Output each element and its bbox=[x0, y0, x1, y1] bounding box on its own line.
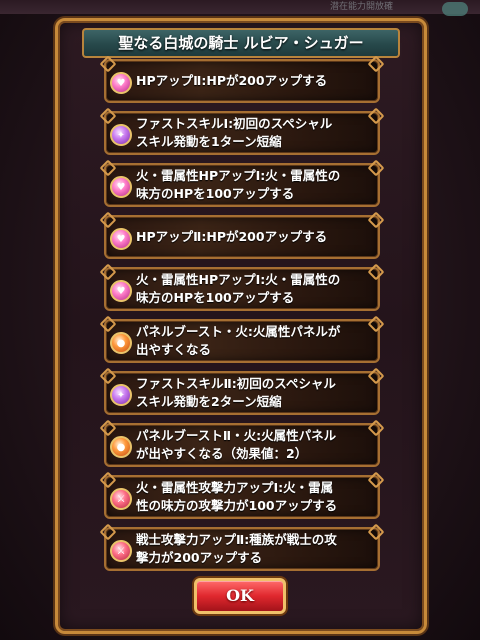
background-banner-text: 潜在能力開放確 bbox=[330, 2, 394, 12]
awakening-text: 火・雷属性攻撃力アップⅠ:火・雷属 性の味方の攻撃力が100アップする bbox=[136, 480, 338, 513]
ok-button[interactable]: OK bbox=[194, 578, 286, 614]
element-hp-up-icon: ♥ bbox=[110, 280, 132, 302]
element-hp-up-icon: ♥ bbox=[110, 176, 132, 198]
awakening-row: ⚔ 戦士攻撃力アップⅡ:種族が戦士の攻 撃力が200アップする bbox=[104, 527, 380, 571]
panel-boost-icon: ● bbox=[110, 436, 132, 458]
awakening-text: 火・雷属性HPアップⅠ:火・雷属性の 味方のHPを100アップする bbox=[136, 272, 341, 305]
awakening-text: ファストスキルⅡ:初回のスペシャル スキル発動を2ターン短縮 bbox=[136, 376, 336, 409]
dialog-title: 聖なる白城の騎士 ルビア・シュガー bbox=[82, 28, 400, 58]
awakening-text: 火・雷属性HPアップⅠ:火・雷属性の 味方のHPを100アップする bbox=[136, 168, 341, 201]
awakening-row: ● パネルブーストⅡ・火:火属性パネル が出やすくなる（効果値：2） bbox=[104, 423, 380, 467]
awakening-text: パネルブーストⅡ・火:火属性パネル が出やすくなる（効果値：2） bbox=[136, 428, 337, 461]
awakening-text: パネルブースト・火:火属性パネルが 出やすくなる bbox=[136, 324, 341, 357]
awakening-text: HPアップⅡ:HPが200アップする bbox=[136, 73, 328, 88]
awakening-text: HPアップⅡ:HPが200アップする bbox=[136, 229, 328, 244]
panel-boost-icon: ● bbox=[110, 332, 132, 354]
element-attack-up-icon: ⚔ bbox=[110, 488, 132, 510]
fast-skill-icon: ✦ bbox=[110, 124, 132, 146]
awakening-text: ファストスキルⅠ:初回のスペシャル スキル発動を1ターン短縮 bbox=[136, 116, 333, 149]
background-badge bbox=[442, 2, 468, 16]
awakening-row: ✦ ファストスキルⅠ:初回のスペシャル スキル発動を1ターン短縮 bbox=[104, 111, 380, 155]
hp-up-icon: ♥ bbox=[110, 228, 132, 250]
awakening-text: 戦士攻撃力アップⅡ:種族が戦士の攻 撃力が200アップする bbox=[136, 532, 337, 565]
awakening-row: ● パネルブースト・火:火属性パネルが 出やすくなる bbox=[104, 319, 380, 363]
awakening-row: ♥ HPアップⅡ:HPが200アップする bbox=[104, 215, 380, 259]
hp-up-icon: ♥ bbox=[110, 72, 132, 94]
awakening-row: ✦ ファストスキルⅡ:初回のスペシャル スキル発動を2ターン短縮 bbox=[104, 371, 380, 415]
awakening-row: ♥ HPアップⅡ:HPが200アップする bbox=[104, 59, 380, 103]
awakening-row: ⚔ 火・雷属性攻撃力アップⅠ:火・雷属 性の味方の攻撃力が100アップする bbox=[104, 475, 380, 519]
awakening-row: ♥ 火・雷属性HPアップⅠ:火・雷属性の 味方のHPを100アップする bbox=[104, 163, 380, 207]
race-attack-up-icon: ⚔ bbox=[110, 540, 132, 562]
fast-skill-icon: ✦ bbox=[110, 384, 132, 406]
awakening-row: ♥ 火・雷属性HPアップⅠ:火・雷属性の 味方のHPを100アップする bbox=[104, 267, 380, 311]
